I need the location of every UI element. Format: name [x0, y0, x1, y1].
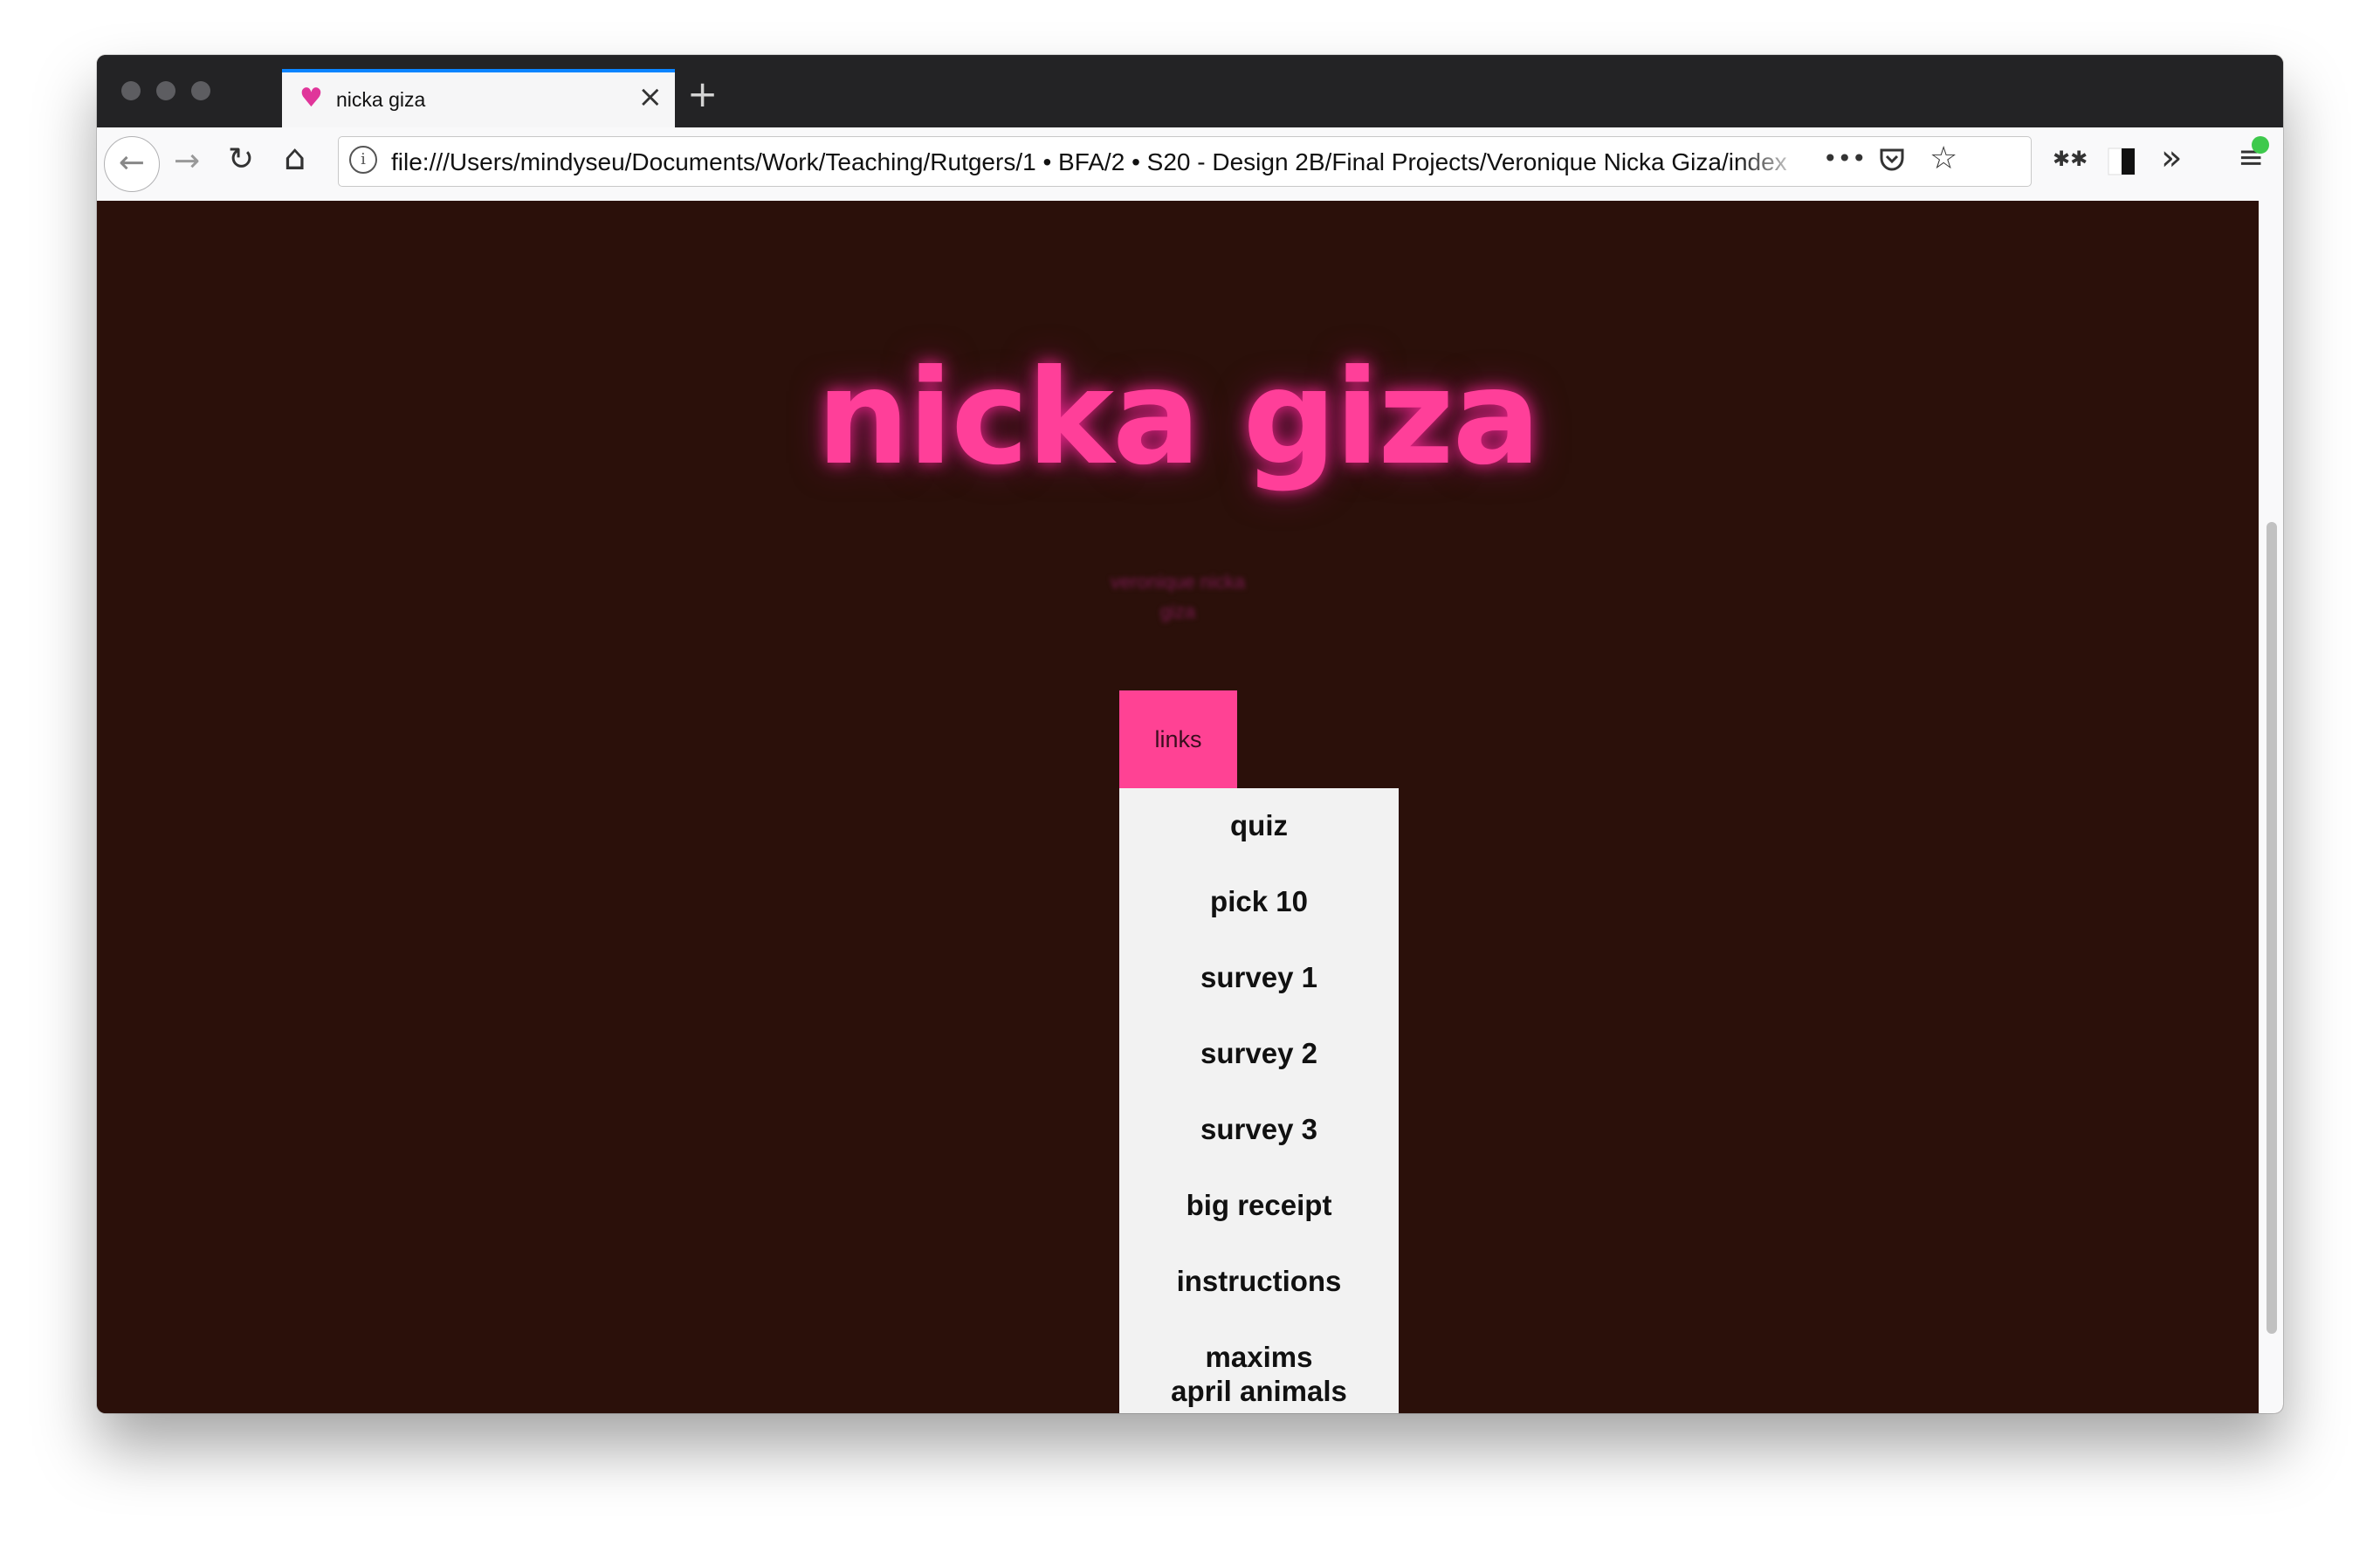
menu-item-pick-10[interactable]: pick 10	[1119, 885, 1399, 918]
browser-window: ♥ nicka giza × + ← → ↻ ⌂ i file:///Users…	[97, 55, 2283, 1413]
menu-item-survey-1[interactable]: survey 1	[1119, 961, 1399, 994]
update-badge-icon	[2252, 136, 2269, 154]
menu-item-instructions[interactable]: instructions	[1119, 1265, 1399, 1298]
back-button[interactable]: ←	[104, 136, 160, 192]
zoom-window-button[interactable]	[191, 81, 210, 100]
forward-button[interactable]: →	[174, 143, 200, 179]
scrollbar-thumb[interactable]	[2267, 522, 2277, 1334]
site-info-icon[interactable]: i	[349, 146, 377, 174]
minimize-window-button[interactable]	[156, 81, 175, 100]
bookmark-star-icon[interactable]: ☆	[1929, 141, 1957, 176]
links-dropdown: quiz pick 10 survey 1 survey 2 survey 3 …	[1119, 788, 1399, 1413]
close-window-button[interactable]	[121, 81, 141, 100]
overflow-menu-icon[interactable]: »	[2161, 138, 2182, 178]
subtitle-line-1: veronique nicka	[1110, 571, 1246, 593]
url-fade	[1736, 141, 1806, 182]
links-button[interactable]: links	[1119, 690, 1237, 788]
menu-item-survey-2[interactable]: survey 2	[1119, 1037, 1399, 1070]
page-actions-button[interactable]: •••	[1823, 144, 1867, 173]
title-bar: ♥ nicka giza × +	[97, 55, 2283, 127]
extension-icon[interactable]: ✱✱	[2053, 147, 2088, 171]
new-tab-button[interactable]: +	[687, 72, 718, 115]
page-content: nicka giza veronique nicka giza links qu…	[97, 201, 2259, 1413]
menu-item-quiz[interactable]: quiz	[1119, 809, 1399, 842]
menu-item-april-animals[interactable]: april animals	[1119, 1375, 1399, 1408]
tab-title: nicka giza	[336, 88, 426, 111]
heart-icon: ♥	[299, 83, 323, 113]
reload-button[interactable]: ↻	[228, 141, 254, 177]
scrollbar[interactable]	[2259, 201, 2283, 1413]
subtitle-line-2: giza	[1159, 601, 1196, 622]
menu-item-big-receipt[interactable]: big receipt	[1119, 1189, 1399, 1222]
url-text[interactable]: file:///Users/mindyseu/Documents/Work/Te…	[391, 148, 1797, 176]
close-tab-icon[interactable]: ×	[638, 79, 664, 114]
home-button[interactable]: ⌂	[284, 138, 306, 178]
active-tab[interactable]: ♥ nicka giza ×	[282, 69, 675, 127]
page-title: nicka giza	[816, 342, 1541, 494]
menu-item-maxims[interactable]: maxims	[1119, 1341, 1399, 1374]
navigation-toolbar: ← → ↻ ⌂ i file:///Users/mindyseu/Documen…	[97, 127, 2283, 202]
pocket-icon[interactable]	[1877, 144, 1904, 171]
menu-item-survey-3[interactable]: survey 3	[1119, 1113, 1399, 1146]
sidebar-icon[interactable]	[2107, 147, 2136, 175]
url-bar[interactable]: i file:///Users/mindyseu/Documents/Work/…	[338, 136, 2032, 187]
